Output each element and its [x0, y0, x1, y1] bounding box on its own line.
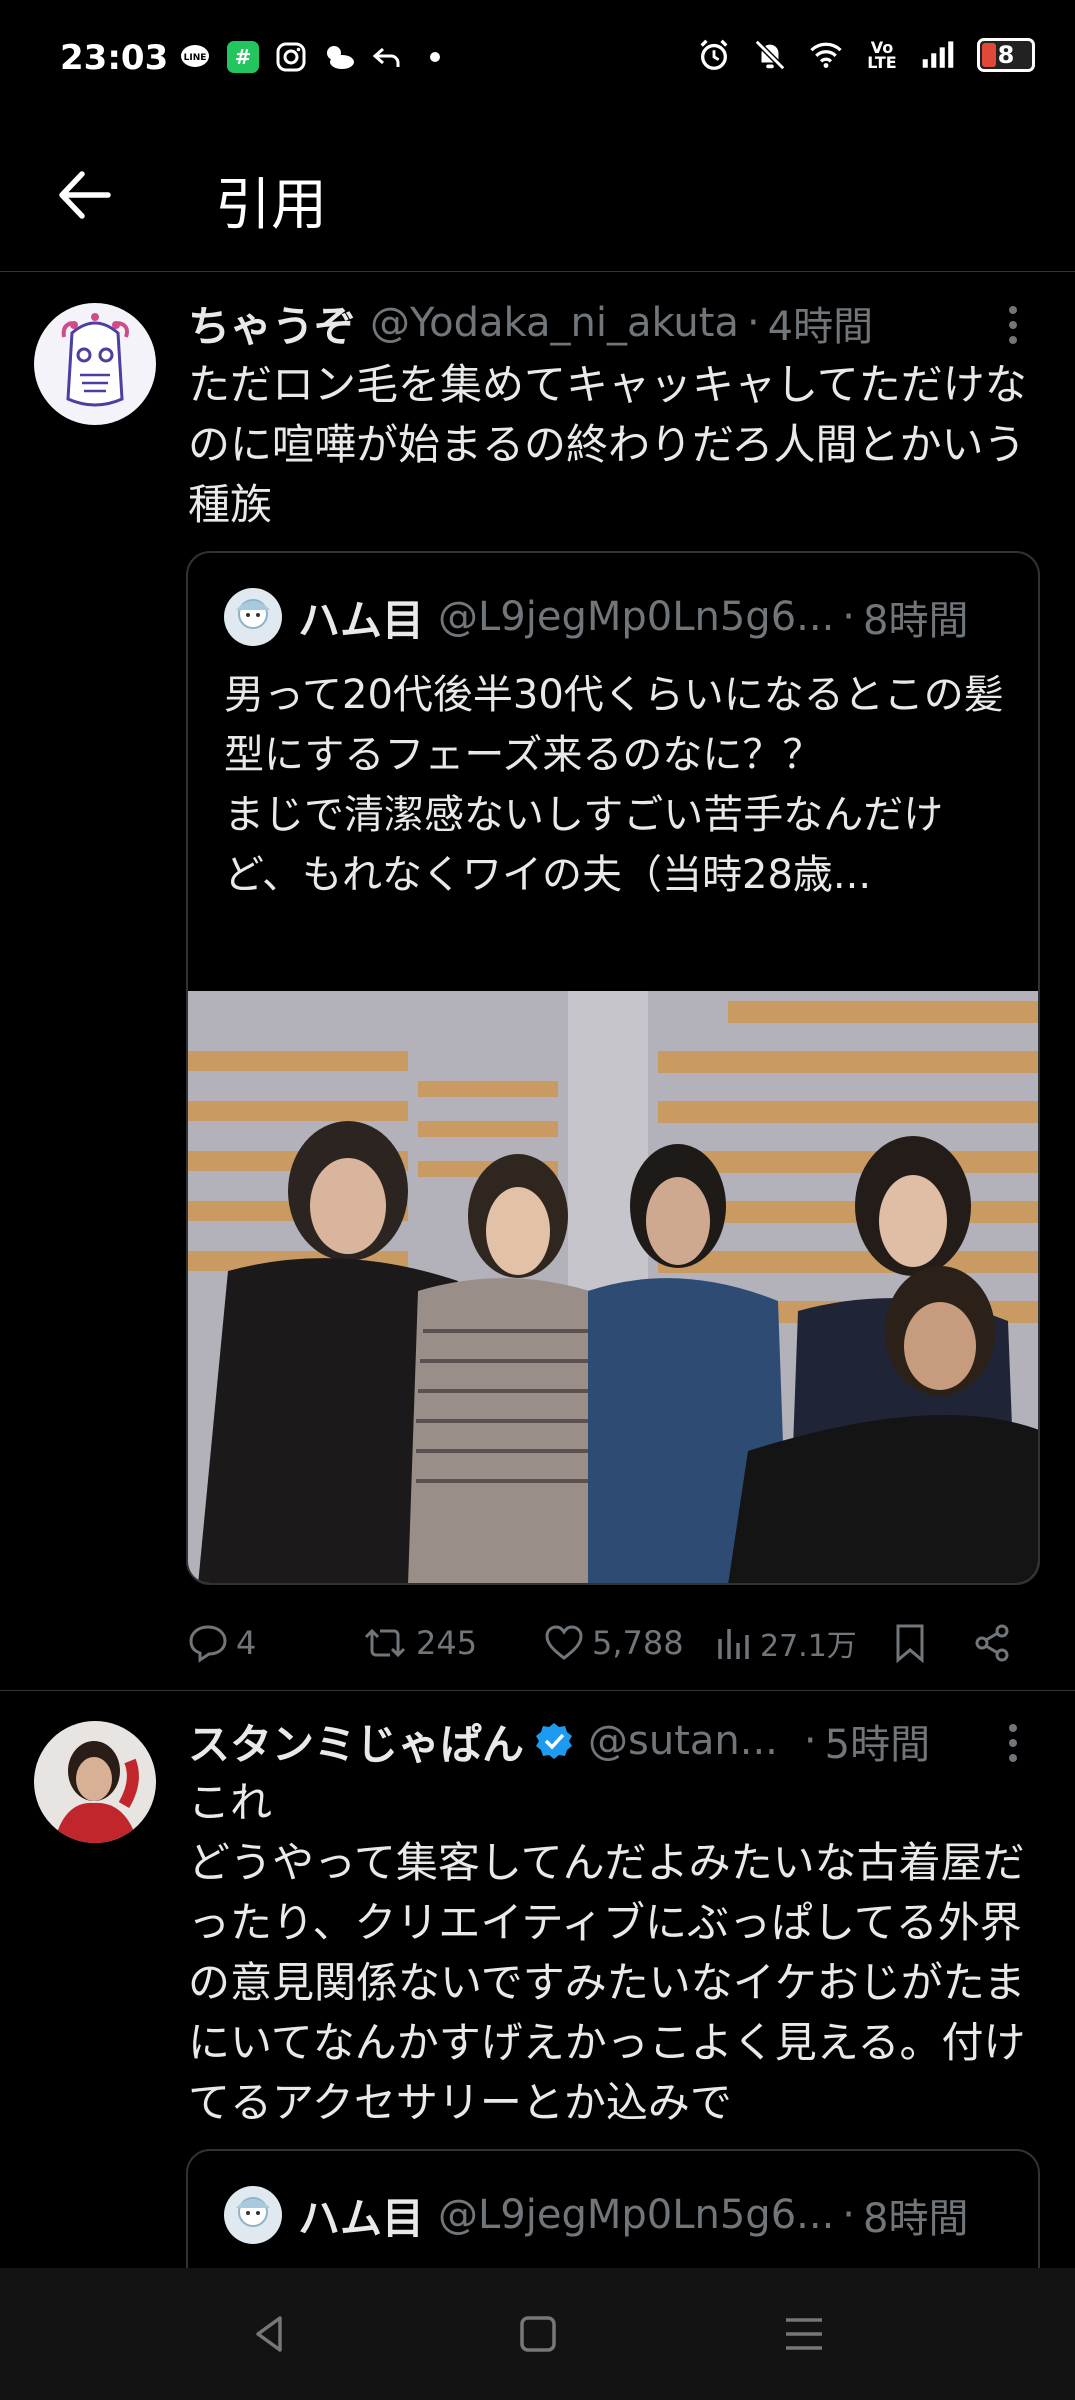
instagram-icon: [274, 40, 308, 74]
view-count: 27.1万: [760, 1629, 857, 1664]
quote-avatar: [224, 2186, 282, 2244]
more-dot-icon: [1009, 1739, 1017, 1747]
tweet-header: スタンミじゃぱん @sutan... · 5時間: [188, 1713, 930, 1769]
handle[interactable]: @sutan...: [588, 1718, 778, 1764]
retweet-button[interactable]: 245: [360, 1613, 477, 1673]
separator: ·: [803, 1718, 817, 1764]
tweet-text: ただロン毛を集めてキャッキャしてただけなのに喧嘩が始まるの終わりだろ人間とかいう…: [188, 360, 1027, 529]
timestamp[interactable]: 4時間: [768, 294, 873, 352]
handle[interactable]: @Yodaka_ni_akuta: [370, 300, 739, 346]
arrow-left-icon: [59, 171, 111, 219]
heart-icon: [545, 1625, 583, 1660]
quote-timestamp: 8時間: [863, 598, 969, 644]
quote-header: ハム目 @L9jegMp0Ln5g6... · 8時間: [224, 2185, 968, 2245]
more-dot-icon: [1009, 1754, 1017, 1762]
tweet-header: ちゃうぞ @Yodaka_ni_akuta · 4時間: [188, 295, 873, 351]
status-time: 23:03: [60, 38, 169, 78]
notification-icons: LINE #: [178, 40, 452, 74]
alarm-icon: [697, 38, 731, 72]
views-button[interactable]: 27.1万: [714, 1613, 857, 1673]
page-title: 引用: [215, 173, 327, 238]
separator: ·: [842, 2192, 856, 2238]
separator: ·: [746, 300, 760, 346]
quote-header: ハム目 @L9jegMp0Ln5g6... · 8時間: [224, 587, 968, 647]
bell-off-icon: [753, 38, 787, 72]
more-dot-icon: [1009, 1724, 1017, 1732]
separator: ·: [842, 594, 856, 640]
more-options-button[interactable]: [993, 1713, 1033, 1773]
retweet-count: 245: [416, 1624, 478, 1662]
quote-avatar: [224, 588, 282, 646]
bookmark-button[interactable]: [890, 1613, 936, 1673]
triangle-back-icon: [256, 2316, 282, 2352]
battery-icon: 8: [977, 38, 1035, 72]
quote-timestamp: 8時間: [863, 2196, 969, 2242]
quote-handle: @L9jegMp0Ln5g6...: [438, 594, 835, 640]
tweet-actions: 4 245 5,788 27.1万: [186, 1613, 1026, 1673]
more-options-button[interactable]: [993, 295, 1033, 355]
menu-lines-icon: [786, 2318, 822, 2350]
quote-tweet-card[interactable]: ハム目 @L9jegMp0Ln5g6... · 8時間 男って20代後半30代く…: [186, 551, 1040, 1585]
system-nav-bar: [0, 2268, 1075, 2400]
svg-text:#: #: [235, 45, 252, 69]
display-name[interactable]: ちゃうぞ: [188, 293, 356, 354]
share-icon: [975, 1624, 1009, 1662]
volte-icon: Vo LTE: [867, 38, 897, 72]
avatar[interactable]: [34, 303, 156, 425]
timestamp[interactable]: 5時間: [825, 1712, 930, 1770]
more-dot-icon: [1009, 321, 1017, 329]
header: 引用: [0, 120, 1075, 272]
battery-fill: [982, 43, 996, 67]
line-icon: LINE: [178, 40, 212, 74]
reply-arrow-icon: [370, 40, 404, 74]
quote-photo[interactable]: [188, 991, 1038, 1583]
signal-icon: [921, 38, 955, 72]
tweet-text: これ どうやって集客してんだよみたいな古着屋だったり、クリエイティブにぶっぱして…: [188, 1778, 1026, 2127]
svg-text:LINE: LINE: [184, 53, 207, 63]
quote-display-name: ハム目: [298, 595, 425, 645]
like-count: 5,788: [592, 1624, 684, 1662]
wifi-icon: [809, 38, 843, 72]
more-dot-icon: [1009, 336, 1017, 344]
weather-icon: [322, 40, 356, 74]
display-name[interactable]: スタンミじゃぱん: [188, 1711, 524, 1772]
reply-count: 4: [236, 1624, 257, 1662]
back-button[interactable]: [50, 160, 120, 230]
quote-handle: @L9jegMp0Ln5g6...: [438, 2192, 835, 2238]
battery-level: 8: [997, 41, 1015, 69]
retweet-icon: [364, 1628, 406, 1658]
verified-badge-icon: [536, 1723, 573, 1759]
quote-tweet-card[interactable]: ハム目 @L9jegMp0Ln5g6... · 8時間: [186, 2149, 1040, 2268]
views-chart-icon: [718, 1629, 749, 1659]
reply-button[interactable]: 4: [186, 1613, 256, 1673]
nav-home-button[interactable]: [508, 2304, 568, 2364]
chat-app-icon: #: [226, 40, 260, 74]
avatar[interactable]: [34, 1721, 156, 1843]
like-button[interactable]: 5,788: [542, 1613, 684, 1673]
more-dot-icon: [1009, 306, 1017, 314]
bookmark-icon: [896, 1624, 924, 1664]
system-icons: Vo LTE 8: [697, 38, 1035, 72]
dot-icon: [418, 40, 452, 74]
quote-text: 男って20代後半30代くらいになるとこの髪型にするフェーズ来るのなに？？ まじで…: [224, 672, 1004, 898]
share-button[interactable]: [970, 1613, 1020, 1673]
tweet[interactable]: スタンミじゃぱん @sutan... · 5時間 これ どうやって集客してんだよ…: [0, 1691, 1075, 2268]
quote-display-name: ハム目: [298, 2193, 425, 2243]
status-bar: 23:03 LINE # Vo LTE 8: [0, 0, 1075, 120]
nav-back-button[interactable]: [240, 2304, 300, 2364]
reply-icon: [189, 1625, 227, 1663]
nav-recents-button[interactable]: [774, 2304, 834, 2364]
tweet[interactable]: ちゃうぞ @Yodaka_ni_akuta · 4時間 ただロン毛を集めてキャッ…: [0, 273, 1075, 1690]
square-home-icon: [520, 2316, 556, 2352]
